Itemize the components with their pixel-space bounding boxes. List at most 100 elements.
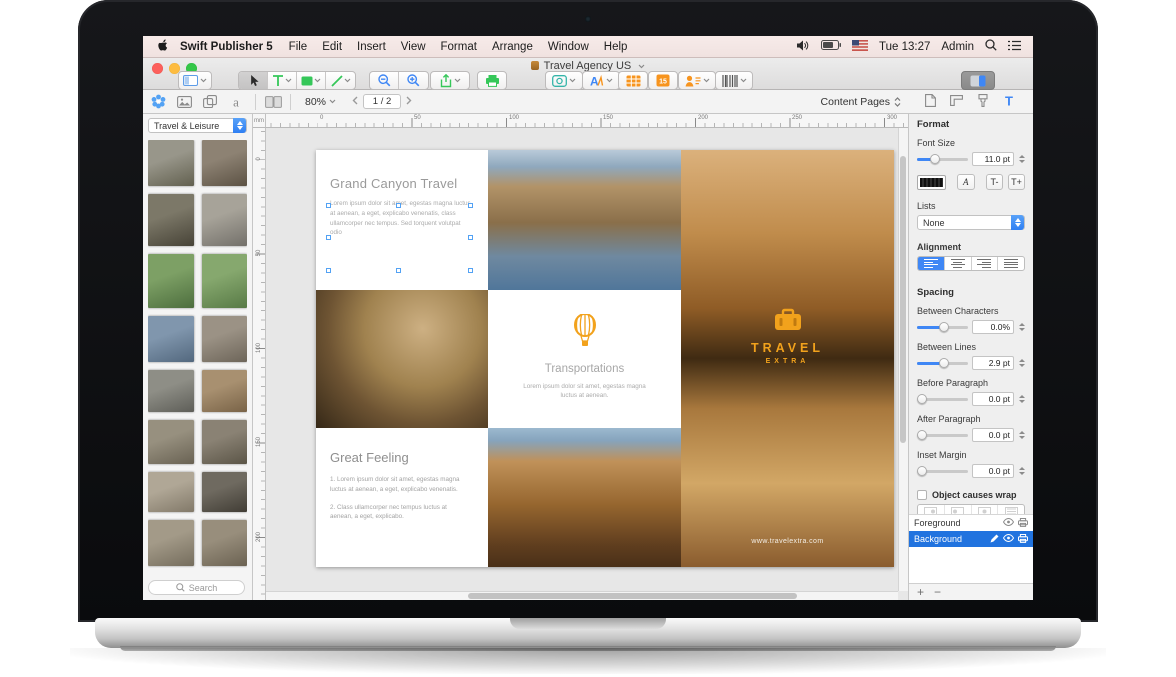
menu-arrange[interactable]: Arrange xyxy=(492,41,533,53)
spotlight-search-icon[interactable] xyxy=(985,39,997,54)
menu-bar-clock[interactable]: Tue 13:27 xyxy=(879,41,930,53)
between-lines-field[interactable]: 2.9 pt xyxy=(972,356,1014,370)
photo-slot-canyon[interactable] xyxy=(488,428,681,567)
input-language-flag-icon[interactable] xyxy=(852,40,868,54)
sidebar-search-input[interactable]: Search xyxy=(148,580,245,595)
insert-barcode-button[interactable] xyxy=(715,71,753,90)
font-size-slider[interactable] xyxy=(917,158,968,161)
text-cell-grand-canyon[interactable]: Grand Canyon Travel Lorem ipsum dolor si… xyxy=(316,150,488,290)
tab-appearance-inspector[interactable] xyxy=(977,94,989,110)
layer-edit-icon[interactable] xyxy=(990,534,999,545)
add-layer-button[interactable]: + xyxy=(917,587,924,597)
fonts-button[interactable]: A xyxy=(582,71,620,90)
inset-margin-slider[interactable] xyxy=(917,470,968,473)
align-right-button[interactable] xyxy=(972,257,999,270)
clipart-thumbnail[interactable] xyxy=(148,420,194,464)
brochure-page[interactable]: Grand Canyon Travel Lorem ipsum dolor si… xyxy=(316,150,894,567)
clipart-panel-button[interactable] xyxy=(145,92,171,112)
insert-image-button[interactable] xyxy=(545,71,583,90)
apple-menu-icon[interactable] xyxy=(157,39,168,55)
selection-handle[interactable] xyxy=(468,203,473,208)
after-paragraph-stepper[interactable] xyxy=(1018,428,1025,442)
insert-calendar-button[interactable]: 15 xyxy=(648,71,678,90)
select-tool-button[interactable] xyxy=(239,72,268,89)
before-paragraph-slider[interactable] xyxy=(917,398,968,401)
selection-handle[interactable] xyxy=(326,203,331,208)
clipart-thumbnail[interactable] xyxy=(202,420,248,464)
font-size-stepper[interactable] xyxy=(1018,152,1025,166)
image-panel-button[interactable] xyxy=(171,92,197,112)
font-size-field[interactable]: 11.0 pt xyxy=(972,152,1014,166)
selection-handle[interactable] xyxy=(396,268,401,273)
print-button[interactable] xyxy=(477,71,507,90)
text-cell-transportations[interactable]: Transportations Lorem ipsum dolor sit am… xyxy=(488,290,681,428)
tab-text-inspector[interactable]: T xyxy=(1003,94,1015,110)
before-paragraph-stepper[interactable] xyxy=(1018,392,1025,406)
between-lines-stepper[interactable] xyxy=(1018,356,1025,370)
selection-handle[interactable] xyxy=(468,235,473,240)
menu-bar-user[interactable]: Admin xyxy=(941,41,974,53)
insert-contact-button[interactable] xyxy=(678,71,716,90)
line-tool-button[interactable] xyxy=(326,72,355,89)
menu-insert[interactable]: Insert xyxy=(357,41,386,53)
inset-margin-stepper[interactable] xyxy=(1018,464,1025,478)
layer-visibility-icon[interactable] xyxy=(1003,534,1014,544)
decrease-font-button[interactable]: T- xyxy=(986,174,1003,190)
canvas-horizontal-scrollbar[interactable] xyxy=(266,591,898,600)
clipart-thumbnail[interactable] xyxy=(202,194,248,246)
zoom-out-button[interactable] xyxy=(370,72,399,89)
clipart-thumbnail[interactable] xyxy=(148,140,194,186)
layer-print-icon[interactable] xyxy=(1018,534,1028,545)
previous-page-button[interactable] xyxy=(352,96,358,108)
text-cell-great-feeling[interactable]: Great Feeling 1. Lorem ipsum dolor sit a… xyxy=(316,428,488,567)
clipart-thumbnail[interactable] xyxy=(202,254,248,308)
photo-river-canyon[interactable] xyxy=(488,150,681,290)
clipart-thumbnail[interactable] xyxy=(148,316,194,362)
increase-font-button[interactable]: T+ xyxy=(1008,174,1025,190)
menu-help[interactable]: Help xyxy=(604,41,628,53)
clipart-thumbnail[interactable] xyxy=(202,140,248,186)
page-viewport[interactable]: Grand Canyon Travel Lorem ipsum dolor si… xyxy=(266,128,898,591)
lists-dropdown[interactable]: None xyxy=(917,215,1025,230)
clipart-thumbnail[interactable] xyxy=(148,254,194,308)
clipart-thumbnail[interactable] xyxy=(202,520,248,566)
insert-table-button[interactable] xyxy=(618,71,648,90)
layouts-button[interactable] xyxy=(178,71,212,90)
after-paragraph-slider[interactable] xyxy=(917,434,968,437)
inset-margin-field[interactable]: 0.0 pt xyxy=(972,464,1014,478)
menu-file[interactable]: File xyxy=(289,41,308,53)
page-number-field[interactable]: 1 / 2 xyxy=(363,94,401,109)
menu-window[interactable]: Window xyxy=(548,41,589,53)
shapes-panel-button[interactable] xyxy=(197,92,223,112)
clipart-thumbnail[interactable] xyxy=(202,472,248,512)
layer-visibility-icon[interactable] xyxy=(1003,518,1014,528)
share-button[interactable] xyxy=(430,71,470,90)
text-color-well[interactable] xyxy=(917,175,946,190)
menu-format[interactable]: Format xyxy=(441,41,477,53)
zoom-level-dropdown[interactable]: 80% xyxy=(305,96,336,108)
selection-handle[interactable] xyxy=(468,268,473,273)
clipart-thumbnail[interactable] xyxy=(202,370,248,412)
selection-handle[interactable] xyxy=(326,268,331,273)
between-lines-slider[interactable] xyxy=(917,362,968,365)
clipart-thumbnail[interactable] xyxy=(148,370,194,412)
photo-canyon-arch[interactable] xyxy=(316,290,488,428)
app-menu-title[interactable]: Swift Publisher 5 xyxy=(180,41,273,53)
clipart-thumbnail[interactable] xyxy=(148,472,194,512)
shape-tool-button[interactable] xyxy=(297,72,326,89)
pages-scope-dropdown[interactable]: Content Pages xyxy=(821,96,901,108)
facing-pages-button[interactable] xyxy=(260,92,286,112)
canvas-vertical-scrollbar[interactable] xyxy=(898,128,908,591)
align-left-button[interactable] xyxy=(918,257,945,270)
font-panel-button[interactable]: A xyxy=(957,174,976,190)
between-characters-field[interactable]: 0.0% xyxy=(972,320,1014,334)
toggle-inspector-button[interactable] xyxy=(961,71,995,90)
before-paragraph-field[interactable]: 0.0 pt xyxy=(972,392,1014,406)
clipart-thumbnail[interactable] xyxy=(202,316,248,362)
clipart-thumbnail[interactable] xyxy=(148,520,194,566)
tab-layout-inspector[interactable] xyxy=(950,95,963,109)
notification-center-icon[interactable] xyxy=(1008,40,1021,54)
battery-icon[interactable] xyxy=(821,40,841,53)
menu-edit[interactable]: Edit xyxy=(322,41,342,53)
next-page-button[interactable] xyxy=(406,96,412,108)
